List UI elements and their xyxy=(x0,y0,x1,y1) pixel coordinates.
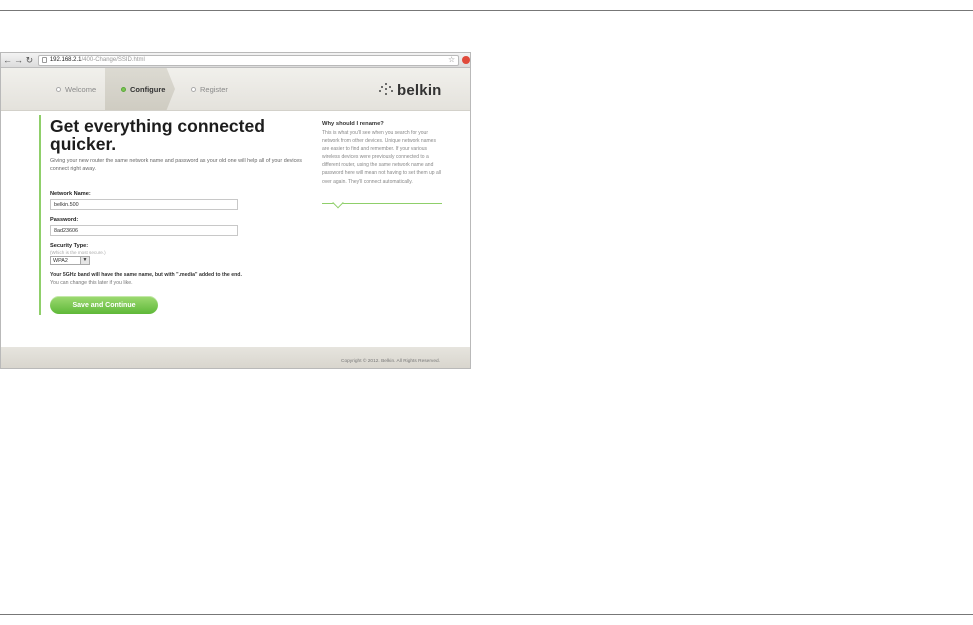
reload-icon[interactable]: ↻ xyxy=(25,55,34,66)
network-name-label: Network Name: xyxy=(50,191,91,197)
page-icon xyxy=(41,57,47,63)
intro-text: Giving your new router the same network … xyxy=(50,158,302,172)
configure-form: Get everything connected quicker. Giving… xyxy=(39,115,311,315)
page-top-rule xyxy=(0,10,973,11)
why-rename-body: This is what you'll see when you search … xyxy=(322,130,441,185)
address-bar[interactable]: 192.168.2.1 /400-Change/SSID.html ☆ xyxy=(37,54,460,66)
step-check-icon xyxy=(121,86,126,92)
network-name-input[interactable] xyxy=(50,199,238,210)
password-input[interactable] xyxy=(50,225,238,236)
why-rename-title: Why should I rename? xyxy=(322,121,384,127)
why-rename-panel: Why should I rename? This is what you'll… xyxy=(322,121,442,209)
logo-text: belkin xyxy=(397,81,442,99)
copyright-text: Copyright © 2012. Belkin. All Rights Res… xyxy=(341,359,440,364)
security-type-label: Security Type: xyxy=(50,243,89,249)
change-later-note: You can change this later if you like. xyxy=(50,280,133,286)
security-type-select[interactable]: WPA2 ▼ xyxy=(50,256,90,265)
back-arrow-icon[interactable]: ← xyxy=(3,55,12,66)
url-path: /400-Change/SSID.html xyxy=(81,57,145,63)
belkin-logo: belkin xyxy=(379,79,442,101)
chevron-down-icon[interactable]: ▼ xyxy=(80,257,89,264)
step-register[interactable]: Register xyxy=(191,68,228,110)
band-note: Your 5GHz band will have the same name, … xyxy=(50,272,242,278)
step-label: Configure xyxy=(130,84,166,94)
url-host: 192.168.2.1 xyxy=(49,57,82,63)
browser-screenshot: ← → ↻ 192.168.2.1 /400-Change/SSID.html … xyxy=(0,52,471,369)
step-circle-icon xyxy=(191,86,196,92)
password-label: Password: xyxy=(50,217,79,223)
security-type-value: WPA2 xyxy=(53,257,68,264)
forward-arrow-icon[interactable]: → xyxy=(14,55,23,66)
site-header: Welcome Configure Register belkin xyxy=(1,68,470,111)
extension-icon[interactable] xyxy=(462,56,470,64)
browser-toolbar: ← → ↻ 192.168.2.1 /400-Change/SSID.html … xyxy=(1,53,470,68)
belkin-dots-icon xyxy=(379,83,393,97)
security-type-hint: (Which is the most secure.) xyxy=(50,250,106,255)
step-welcome[interactable]: Welcome xyxy=(56,68,96,110)
step-configure[interactable]: Configure xyxy=(105,68,175,110)
page-bottom-rule xyxy=(0,614,973,615)
site-footer: Copyright © 2012. Belkin. All Rights Res… xyxy=(1,347,470,368)
step-label: Register xyxy=(200,84,228,94)
save-and-continue-button[interactable]: Save and Continue xyxy=(50,296,158,314)
panel-notch xyxy=(332,197,344,209)
page-title: Get everything connected quicker. xyxy=(50,116,265,154)
bookmark-star-icon[interactable]: ☆ xyxy=(448,55,455,64)
step-circle-icon xyxy=(56,86,61,92)
step-label: Welcome xyxy=(65,84,97,94)
